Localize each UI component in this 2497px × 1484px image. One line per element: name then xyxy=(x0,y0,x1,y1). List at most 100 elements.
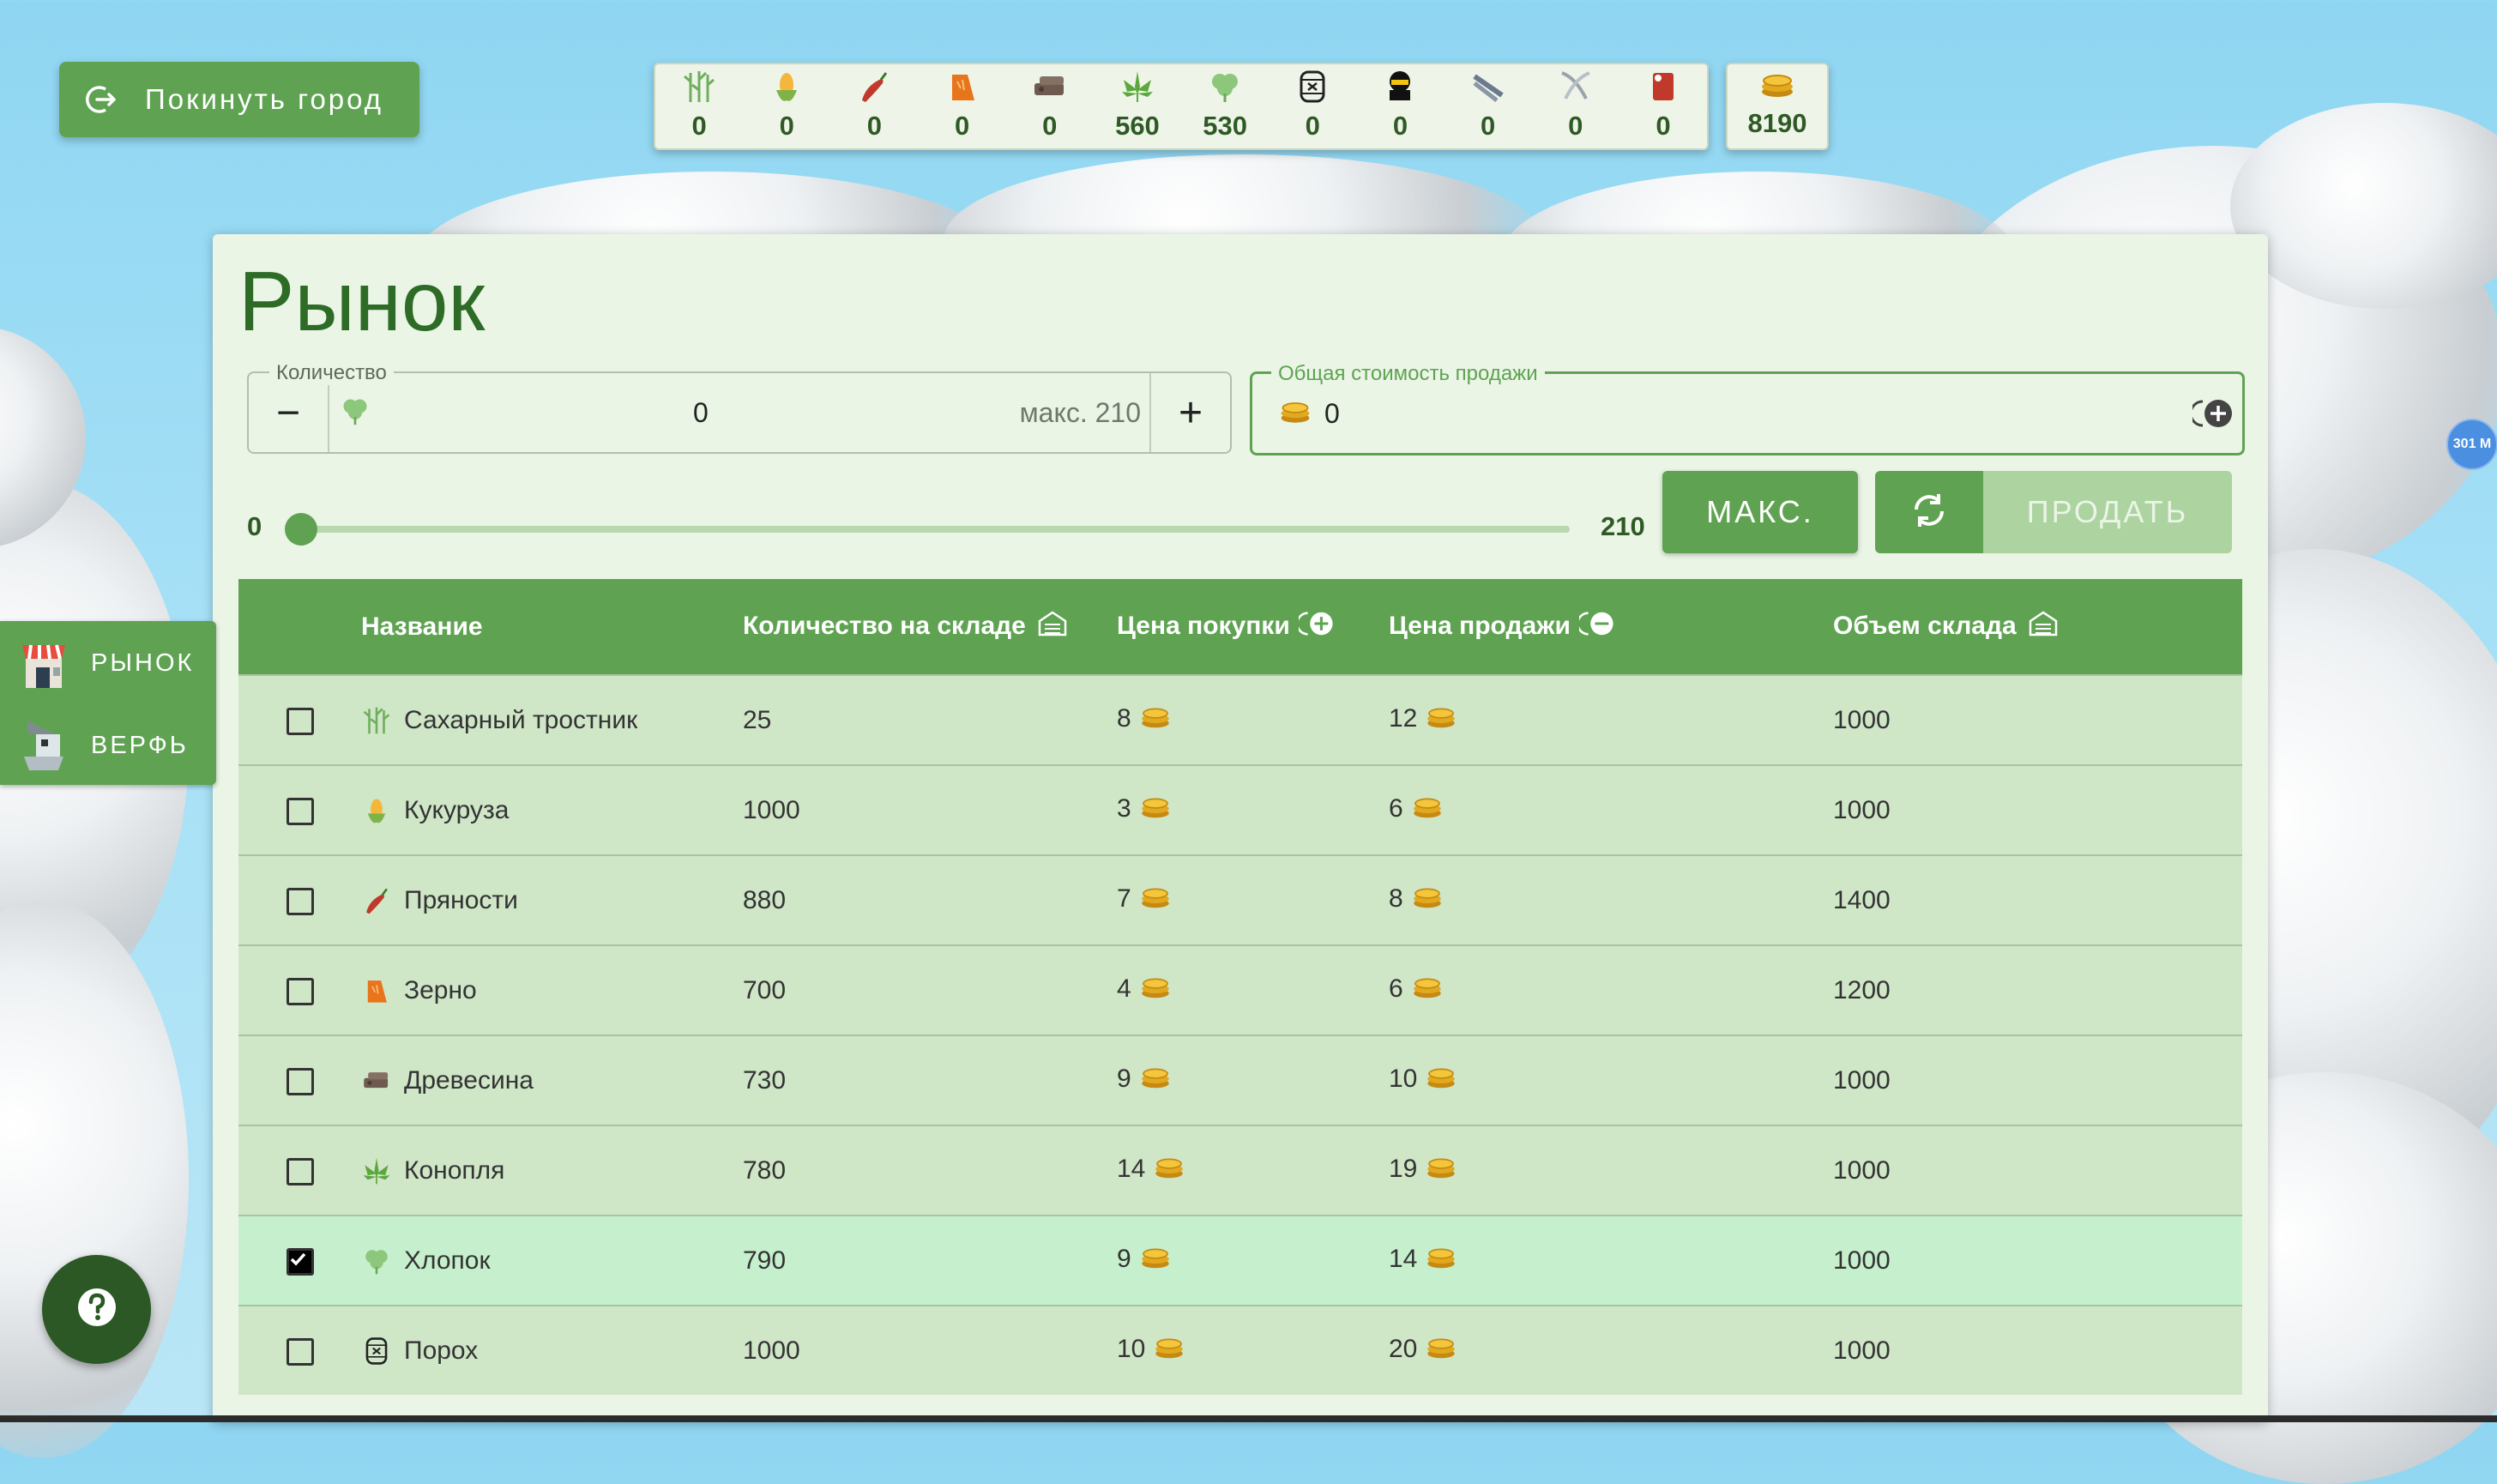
bottom-edge xyxy=(0,1415,2497,1422)
resource-cannonball: 0 xyxy=(1356,64,1444,148)
row-name-cell: Кукуруза xyxy=(361,764,743,855)
coins-icon xyxy=(1138,975,1173,1006)
row-sell: 8 xyxy=(1389,884,1403,914)
row-sell-cell: 14 xyxy=(1389,1215,1833,1306)
leave-city-button[interactable]: Покинуть город xyxy=(59,62,419,137)
resource-value: 0 xyxy=(779,111,794,141)
shipyard-icon xyxy=(19,717,69,774)
row-select-cell xyxy=(238,944,361,1035)
row-select-cell xyxy=(238,1305,361,1395)
table-row[interactable]: Конопля 780 14 19 1000 xyxy=(238,1125,2242,1216)
total-value: 0 xyxy=(1324,397,1340,429)
spice-icon xyxy=(361,885,392,916)
header-stock-label: Количество на складе xyxy=(743,611,1026,640)
row-sell-cell: 6 xyxy=(1389,764,1833,855)
row-name-cell: Хлопок xyxy=(361,1215,743,1306)
hemp-icon xyxy=(361,1155,392,1186)
spice-icon xyxy=(855,68,893,106)
side-item-market[interactable]: РЫНОК xyxy=(19,636,194,690)
coins-icon xyxy=(1152,1336,1186,1366)
row-buy: 9 xyxy=(1117,1245,1131,1274)
resource-value: 0 xyxy=(1392,111,1408,141)
coins-icon xyxy=(1138,1065,1173,1096)
row-name-cell: Зерно xyxy=(361,944,743,1035)
quantity-field[interactable]: 0 макс. 210 xyxy=(329,373,1149,452)
row-checkbox[interactable] xyxy=(286,1157,314,1185)
total-legend: Общая стоимость продажи xyxy=(1271,362,1545,386)
table-row[interactable]: Древесина 730 9 10 1000 xyxy=(238,1035,2242,1125)
side-item-market-label: РЫНОК xyxy=(91,648,195,677)
row-buy-cell: 9 xyxy=(1117,1215,1389,1306)
quantity-max: макс. 210 xyxy=(1019,396,1141,428)
cotton-icon xyxy=(1206,68,1244,106)
max-button[interactable]: МАКС. xyxy=(1662,471,1858,553)
coins-icon xyxy=(1424,1065,1458,1096)
help-button[interactable] xyxy=(42,1255,151,1364)
row-name: Конопля xyxy=(404,1155,505,1185)
resource-iron: 0 xyxy=(1445,64,1532,148)
warehouse-icon xyxy=(1038,610,1067,643)
coins-icon xyxy=(1278,399,1312,429)
row-capacity: 1400 xyxy=(1833,854,2242,945)
coins-icon xyxy=(1424,705,1458,736)
table-row[interactable]: Хлопок 790 9 14 1000 xyxy=(238,1215,2242,1306)
refresh-button[interactable] xyxy=(1875,471,1983,553)
quantity-stepper[interactable]: Количество − 0 макс. 210 + xyxy=(247,361,1232,454)
row-stock: 1000 xyxy=(743,764,1117,855)
coins-icon xyxy=(1138,885,1173,916)
row-checkbox[interactable] xyxy=(286,1337,314,1366)
row-buy: 3 xyxy=(1117,794,1131,823)
row-select-cell xyxy=(238,1035,361,1125)
row-checkbox[interactable] xyxy=(286,1067,314,1095)
header-capacity-label: Объем склада xyxy=(1833,611,2017,640)
row-name-cell: Пряности xyxy=(361,854,743,945)
resource-value: 530 xyxy=(1203,111,1247,141)
table-row[interactable]: Зерно 700 4 6 1200 xyxy=(238,944,2242,1035)
row-sell-cell: 6 xyxy=(1389,944,1833,1035)
slider-thumb[interactable] xyxy=(285,513,317,546)
row-name: Древесина xyxy=(404,1065,534,1095)
row-buy-cell: 9 xyxy=(1117,1035,1389,1125)
corn-icon xyxy=(361,795,392,826)
row-sell-cell: 20 xyxy=(1389,1305,1833,1395)
row-checkbox[interactable] xyxy=(286,707,314,735)
row-sell-cell: 12 xyxy=(1389,674,1833,765)
row-checkbox[interactable] xyxy=(286,887,314,915)
row-stock: 25 xyxy=(743,674,1117,765)
resource-value: 0 xyxy=(1568,111,1583,141)
slider-track[interactable] xyxy=(300,526,1570,533)
resource-corn: 0 xyxy=(743,64,830,148)
sugarcane-icon xyxy=(361,705,392,736)
table-row[interactable]: Сахарный тростник 25 8 12 1000 xyxy=(238,674,2242,765)
row-stock: 700 xyxy=(743,944,1117,1035)
row-sell-cell: 8 xyxy=(1389,854,1833,945)
distance-badge[interactable]: 301 M xyxy=(2446,419,2497,470)
refresh-icon xyxy=(1909,491,1949,534)
cannonball-icon xyxy=(1381,68,1419,106)
row-name: Порох xyxy=(404,1336,479,1365)
coins-icon xyxy=(1138,705,1173,736)
resource-value: 0 xyxy=(1481,111,1496,141)
page-title: Рынок xyxy=(238,254,486,348)
row-sell-cell: 19 xyxy=(1389,1125,1833,1216)
table-header: Название Количество на складе Цена покуп… xyxy=(238,579,2242,675)
row-capacity: 1000 xyxy=(1833,674,2242,765)
table-row[interactable]: Порох 1000 10 20 1000 xyxy=(238,1305,2242,1395)
side-item-shipyard[interactable]: ВЕРФЬ xyxy=(19,717,189,774)
quantity-slider[interactable]: 0 210 xyxy=(247,487,1645,573)
resource-value: 0 xyxy=(1305,111,1320,141)
table-row[interactable]: Пряности 880 7 8 1400 xyxy=(238,854,2242,945)
row-buy: 7 xyxy=(1117,884,1131,914)
table-row[interactable]: Кукуруза 1000 3 6 1000 xyxy=(238,764,2242,855)
header-name: Название xyxy=(361,612,483,641)
resource-hemp: 560 xyxy=(1094,64,1181,148)
increase-button[interactable]: + xyxy=(1149,373,1230,452)
minus-circle-icon xyxy=(1576,608,1617,646)
sell-button[interactable]: ПРОДАТЬ xyxy=(1983,471,2232,553)
header-buy-label: Цена покупки xyxy=(1117,611,1290,640)
row-select-cell xyxy=(238,854,361,945)
row-name-cell: Древесина xyxy=(361,1035,743,1125)
row-checkbox[interactable] xyxy=(286,977,314,1005)
row-checkbox[interactable] xyxy=(286,1247,314,1276)
row-checkbox[interactable] xyxy=(286,797,314,825)
